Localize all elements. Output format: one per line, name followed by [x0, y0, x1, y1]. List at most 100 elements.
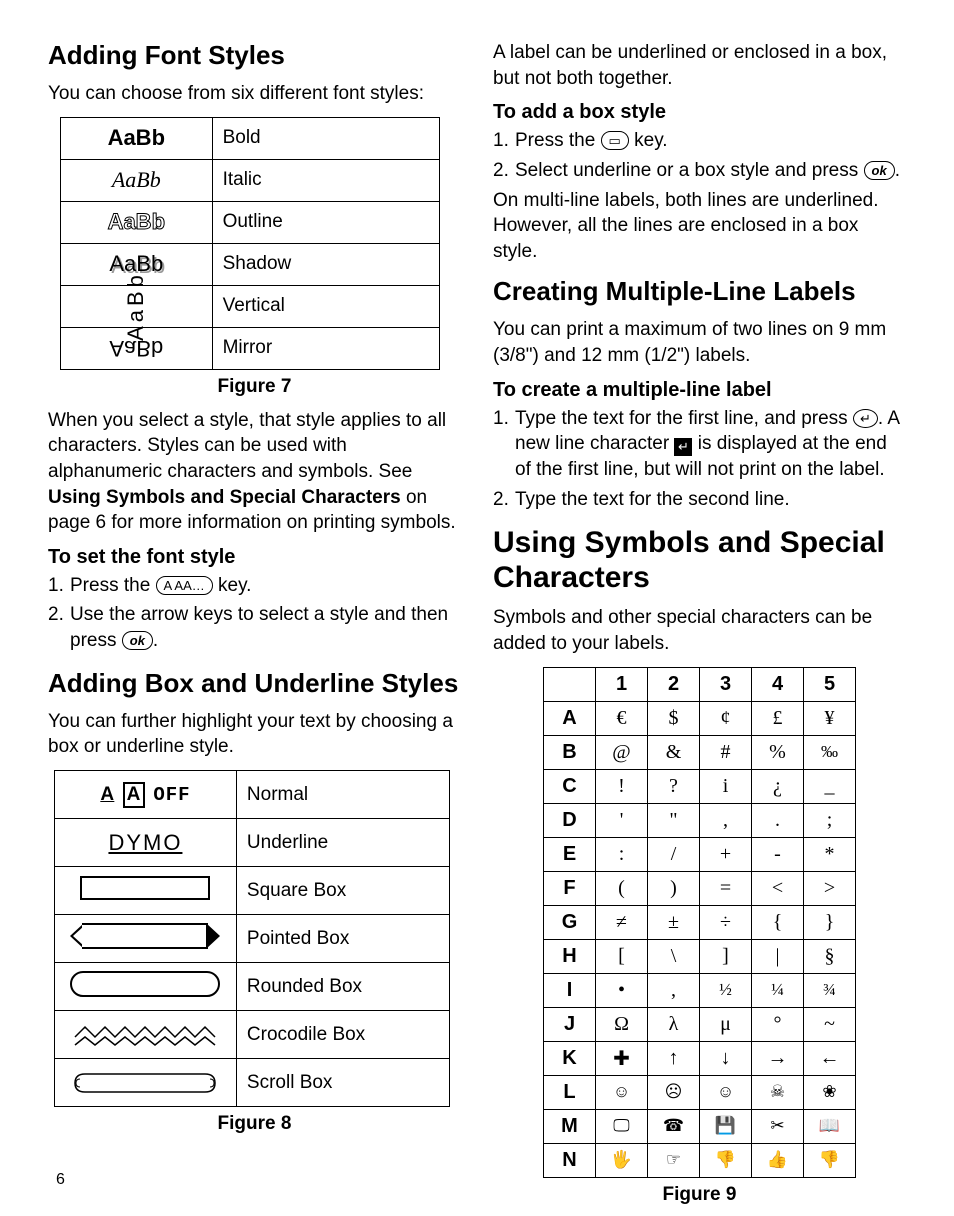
page-number: 6: [56, 1171, 65, 1189]
sym-cell: ¥: [804, 701, 856, 735]
table-row: AaBbVertical: [61, 285, 440, 327]
sample-pointed: [55, 915, 237, 963]
paragraph-symbols: Symbols and other special characters can…: [493, 605, 906, 656]
sym-cell: 💾: [700, 1109, 752, 1143]
sym-cell: ¾: [804, 973, 856, 1007]
text-fragment: A: [123, 782, 146, 808]
sym-cell: ÷: [700, 905, 752, 939]
create-multi-steps: Type the text for the first line, and pr…: [493, 406, 906, 513]
sym-row-label: N: [544, 1143, 596, 1177]
sym-cell: 🖵: [596, 1109, 648, 1143]
paragraph-multi-line: You can print a maximum of two lines on …: [493, 317, 906, 368]
font-styles-table: AaBbBold AaBbItalic AaBbOutline AaBbShad…: [60, 117, 440, 370]
table-row: AaBbMirror: [61, 327, 440, 369]
heading-multi-line: Creating Multiple-Line Labels: [493, 276, 906, 307]
text-fragment: Select underline or a box style and pres…: [515, 160, 864, 181]
paragraph-select-style: When you select a style, that style appl…: [48, 408, 461, 536]
sample-bold: AaBb: [61, 117, 213, 159]
ok-key-icon: ok: [864, 161, 895, 180]
sym-cell: |: [752, 939, 804, 973]
text-fragment: Type the text for the first line, and pr…: [515, 408, 853, 429]
sym-cell: _: [804, 769, 856, 803]
sym-cell: -: [752, 837, 804, 871]
figure-9-caption: Figure 9: [493, 1184, 906, 1206]
box-styles-table: A AOFF Normal DYMO Underline Square Box: [54, 770, 450, 1107]
list-item: Type the text for the first line, and pr…: [493, 406, 906, 483]
sym-cell: (: [596, 871, 648, 905]
list-item: Press the A AA… key.: [48, 573, 461, 599]
sym-cell: ,: [700, 803, 752, 837]
sym-cell: ☎: [648, 1109, 700, 1143]
table-row: AaBbOutline: [61, 201, 440, 243]
table-row: B@&#%‰: [544, 735, 856, 769]
sym-cell: ↓: [700, 1041, 752, 1075]
table-row: F()=<>: [544, 871, 856, 905]
sym-cell: *: [804, 837, 856, 871]
sym-cell: ): [648, 871, 700, 905]
sym-cell: /: [648, 837, 700, 871]
sym-row-label: K: [544, 1041, 596, 1075]
enter-key-icon: ↵: [853, 409, 878, 428]
sym-cell: ☞: [648, 1143, 700, 1177]
list-item: Select underline or a box style and pres…: [493, 158, 906, 184]
style-label: Bold: [212, 117, 439, 159]
sym-cell: \: [648, 939, 700, 973]
table-row: Crocodile Box: [55, 1011, 450, 1059]
sym-row-label: L: [544, 1075, 596, 1109]
box-label: Scroll Box: [236, 1059, 450, 1107]
set-font-steps: Press the A AA… key. Use the arrow keys …: [48, 573, 461, 654]
sample-vertical: AaBb: [61, 285, 213, 327]
sample-normal: A AOFF: [55, 771, 237, 819]
table-row: 1 2 3 4 5: [544, 667, 856, 701]
table-row: M🖵☎💾✂📖: [544, 1109, 856, 1143]
list-item: Type the text for the second line.: [493, 487, 906, 513]
style-label: Shadow: [212, 243, 439, 285]
sym-cell: ': [596, 803, 648, 837]
sym-head: 5: [804, 667, 856, 701]
heading-adding-font-styles: Adding Font Styles: [48, 40, 461, 71]
sym-cell: <: [752, 871, 804, 905]
sym-cell: λ: [648, 1007, 700, 1041]
sym-cell: #: [700, 735, 752, 769]
text-fragment: OFF: [153, 784, 190, 806]
sym-cell: .: [752, 803, 804, 837]
sym-cell: ¼: [752, 973, 804, 1007]
list-item: Use the arrow keys to select a style and…: [48, 602, 461, 653]
sample-square: [55, 867, 237, 915]
text-fragment: .: [153, 630, 158, 651]
table-row: Scroll Box: [55, 1059, 450, 1107]
heading-adding-box-styles: Adding Box and Underline Styles: [48, 668, 461, 699]
table-row: C!?i¿_: [544, 769, 856, 803]
sym-cell: i: [700, 769, 752, 803]
table-row: AaBbItalic: [61, 159, 440, 201]
sym-cell: Ω: [596, 1007, 648, 1041]
box-label: Pointed Box: [236, 915, 450, 963]
sym-head: 4: [752, 667, 804, 701]
sym-cell: $: [648, 701, 700, 735]
crocodile-icon: [70, 1017, 220, 1047]
sym-cell: ☹: [648, 1075, 700, 1109]
text-fragment: key.: [213, 575, 252, 596]
style-label: Mirror: [212, 327, 439, 369]
text-fragment: When you select a style, that style appl…: [48, 410, 446, 482]
sym-cell: →: [752, 1041, 804, 1075]
sym-cell: μ: [700, 1007, 752, 1041]
sym-cell: {: [752, 905, 804, 939]
sym-cell: ☠: [752, 1075, 804, 1109]
table-row: N🖐☞👎👍👎: [544, 1143, 856, 1177]
box-label: Underline: [236, 819, 450, 867]
subhead-create-multi: To create a multiple-line label: [493, 379, 906, 402]
sym-cell: 👍: [752, 1143, 804, 1177]
sym-cell: §: [804, 939, 856, 973]
sym-cell: 🖐: [596, 1143, 648, 1177]
sym-cell: ¢: [700, 701, 752, 735]
sym-cell: ;: [804, 803, 856, 837]
sample-rounded: [55, 963, 237, 1011]
table-row: I•,½¼¾: [544, 973, 856, 1007]
add-box-steps: Press the ▭ key. Select underline or a b…: [493, 128, 906, 183]
sym-cell: >: [804, 871, 856, 905]
table-row: K✚↑↓→←: [544, 1041, 856, 1075]
sample-crocodile: [55, 1011, 237, 1059]
sample-underline: DYMO: [55, 819, 237, 867]
sym-cell: 📖: [804, 1109, 856, 1143]
